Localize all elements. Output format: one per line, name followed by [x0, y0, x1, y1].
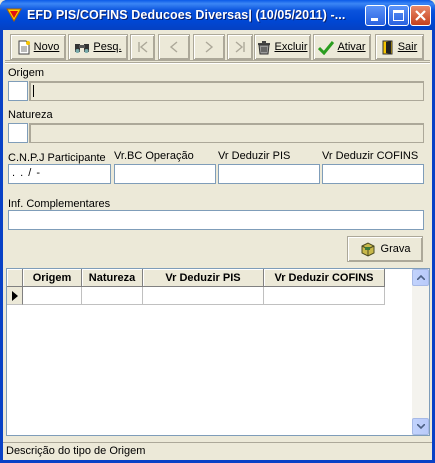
grid-cell-vr-pis[interactable]	[143, 287, 264, 305]
ativar-button[interactable]: Ativar	[313, 34, 371, 60]
grid-indicator-header	[7, 269, 23, 287]
checkmark-icon	[318, 40, 335, 55]
cnpj-input[interactable]: . . / -	[8, 164, 111, 184]
minimize-icon	[371, 18, 378, 21]
binoculars-icon	[75, 44, 90, 53]
window-title: EFD PIS/COFINS Deducoes Diversas| (10/05…	[27, 8, 346, 22]
vr-cofins-input[interactable]	[322, 164, 424, 184]
grid-header-natureza[interactable]: Natureza	[82, 269, 143, 287]
status-bar: Descrição do tipo de Origem	[3, 442, 432, 460]
grid-header-origem[interactable]: Origem	[23, 269, 82, 287]
scroll-up-button[interactable]	[412, 269, 429, 286]
save-icon	[361, 242, 375, 257]
last-record-button[interactable]	[227, 34, 253, 60]
grid-vertical-scrollbar[interactable]	[412, 269, 429, 435]
text-caret	[33, 85, 34, 97]
natureza-code-input[interactable]	[8, 123, 28, 143]
first-icon	[137, 41, 147, 53]
inf-complementares-input[interactable]	[8, 210, 424, 230]
minimize-button[interactable]	[365, 5, 386, 26]
current-row-arrow-icon	[11, 290, 18, 301]
natureza-description-field	[29, 123, 424, 143]
vrbc-input[interactable]	[114, 164, 216, 184]
vr-pis-label: Vr Deduzir PIS	[218, 150, 291, 162]
inf-complementares-label: Inf. Complementares	[8, 198, 111, 210]
last-icon	[235, 41, 245, 53]
pesq-label: Pesq.	[93, 41, 122, 53]
scroll-down-icon	[416, 424, 425, 429]
grava-label: Grava	[380, 243, 411, 255]
trash-icon	[258, 40, 271, 54]
origem-code-input[interactable]	[8, 81, 28, 101]
grid-header-vr-cofins[interactable]: Vr Deduzir COFINS	[264, 269, 385, 287]
prior-record-button[interactable]	[158, 34, 190, 60]
grid-cell-origem[interactable]	[23, 287, 82, 305]
sair-label: Sair	[397, 41, 418, 53]
maximize-icon	[393, 10, 404, 21]
exit-door-icon	[382, 40, 393, 54]
origem-label: Origem	[8, 67, 45, 79]
grava-button[interactable]: Grava	[347, 236, 423, 262]
scroll-down-button[interactable]	[412, 418, 429, 435]
client-area: Novo Pesq. Excluir Ativar Sair Origem Na…	[3, 30, 432, 460]
status-text: Descrição do tipo de Origem	[6, 445, 146, 457]
app-logo-icon	[6, 8, 22, 22]
prior-icon	[169, 41, 178, 53]
vr-pis-input[interactable]	[218, 164, 320, 184]
row-indicator	[7, 287, 23, 305]
cnpj-label: C.N.P.J Participante	[8, 152, 106, 164]
ativar-label: Ativar	[337, 41, 366, 53]
close-button[interactable]	[410, 5, 431, 26]
maximize-button[interactable]	[388, 5, 409, 26]
scroll-up-icon	[416, 275, 425, 280]
sair-button[interactable]: Sair	[375, 34, 424, 60]
vrbc-label: Vr.BC Operação	[114, 150, 194, 162]
grid-cell-vr-cofins[interactable]	[264, 287, 385, 305]
first-record-button[interactable]	[130, 34, 155, 60]
deducoes-grid[interactable]: Origem Natureza Vr Deduzir PIS Vr Deduzi…	[6, 268, 430, 436]
toolbar: Novo Pesq. Excluir Ativar Sair	[5, 33, 430, 61]
new-document-icon	[18, 40, 30, 54]
next-record-button[interactable]	[193, 34, 225, 60]
grid-header-vr-pis[interactable]: Vr Deduzir PIS	[143, 269, 264, 287]
excluir-label: Excluir	[274, 41, 308, 53]
toolbar-separator	[5, 62, 430, 64]
grid-cell-natureza[interactable]	[82, 287, 143, 305]
cnpj-value: . . / -	[12, 167, 41, 179]
novo-button[interactable]: Novo	[10, 34, 66, 60]
table-row[interactable]	[7, 287, 385, 305]
grid-header: Origem Natureza Vr Deduzir PIS Vr Deduzi…	[7, 269, 385, 287]
origem-description-field	[29, 81, 424, 101]
natureza-label: Natureza	[8, 109, 53, 121]
title-bar[interactable]: EFD PIS/COFINS Deducoes Diversas| (10/05…	[0, 0, 435, 30]
novo-label: Novo	[33, 41, 60, 53]
vr-cofins-label: Vr Deduzir COFINS	[322, 150, 419, 162]
pesq-button[interactable]: Pesq.	[68, 34, 128, 60]
excluir-button[interactable]: Excluir	[254, 34, 311, 60]
close-icon	[415, 10, 426, 21]
next-icon	[205, 41, 214, 53]
